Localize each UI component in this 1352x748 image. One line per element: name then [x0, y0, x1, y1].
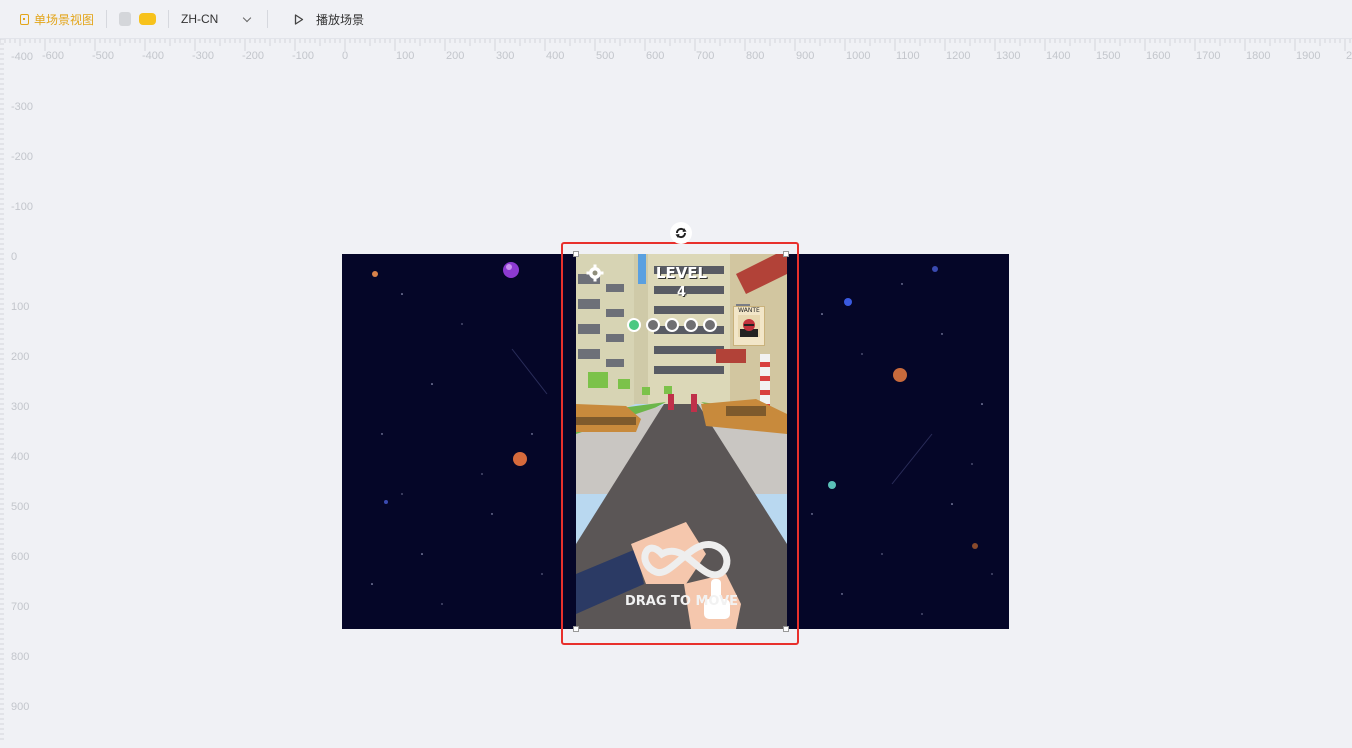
resize-handle-bottom-left[interactable] [573, 626, 579, 632]
ruler-label: 20 [1346, 50, 1352, 62]
ruler-label: 100 [396, 50, 415, 62]
ruler-label: 400 [11, 451, 30, 463]
ruler-label: 1600 [1146, 50, 1171, 62]
resize-handle-top-right[interactable] [783, 251, 789, 257]
play-icon [294, 13, 304, 25]
horizontal-ruler: -600 -500 -400 -300 -200 -100 0 100 200 300 400 500… [0, 39, 1352, 69]
vertical-ruler: -400 -300 -200 -100 0 100 200 300 400 500 600 700 80… [0, 38, 40, 743]
toolbar-divider [267, 10, 269, 28]
play-scene-label: 播放场景 [316, 12, 365, 27]
ruler-label: 200 [11, 351, 30, 363]
ruler-label: 400 [546, 50, 565, 62]
toolbar-divider [168, 10, 170, 28]
ruler-label: 1900 [1296, 50, 1321, 62]
ruler-label: 1300 [996, 50, 1021, 62]
ruler-label: -100 [11, 201, 34, 213]
language-value: ZH-CN [181, 12, 219, 26]
ruler-label: 0 [342, 50, 349, 62]
ruler-label: 300 [496, 50, 515, 62]
ruler-label: -500 [92, 50, 115, 62]
ruler-label: 700 [11, 601, 30, 613]
ruler-label: -300 [11, 101, 34, 113]
ruler-label: 600 [11, 551, 30, 563]
ruler-label: 1700 [1196, 50, 1221, 62]
ruler-label: -400 [11, 51, 34, 63]
ruler-label: 0 [11, 251, 18, 263]
ruler-label: 500 [11, 501, 30, 513]
toolbar: 单场景视图 ZH-CN 播放场景 [0, 0, 1352, 39]
ruler-label: 900 [796, 50, 815, 62]
ruler-label: 1000 [846, 50, 871, 62]
gray-swatch-button[interactable] [119, 12, 132, 26]
chevron-down-icon [242, 13, 252, 22]
ruler-label: -600 [42, 50, 65, 62]
rotate-handle[interactable] [670, 222, 692, 244]
ruler-label: -200 [242, 50, 265, 62]
play-scene-button[interactable]: 播放场景 [280, 11, 364, 28]
ruler-ticks-vertical [0, 38, 4, 740]
ruler-label: 600 [646, 50, 665, 62]
scene-view-button[interactable]: 单场景视图 [20, 11, 94, 28]
ruler-label: 100 [11, 301, 30, 313]
yellow-swatch-button[interactable] [139, 13, 157, 25]
ruler-label: 1400 [1046, 50, 1071, 62]
ruler-label: 1100 [896, 50, 920, 62]
ruler-label: -400 [142, 50, 165, 62]
ruler-label: -300 [192, 50, 215, 62]
resize-handle-bottom-right[interactable] [783, 626, 789, 632]
ruler-label: 900 [11, 701, 30, 713]
ruler-label: 800 [11, 651, 30, 663]
ruler-label: 300 [11, 401, 30, 413]
toolbar-divider [106, 10, 108, 28]
scene-view-label: 单场景视图 [34, 12, 95, 27]
scene-view-icon [20, 13, 29, 25]
rotate-icon [675, 227, 687, 239]
ruler-label: 1200 [946, 50, 971, 62]
ruler-label: 500 [596, 50, 615, 62]
ruler-label: 800 [746, 50, 765, 62]
ruler-label: 700 [696, 50, 715, 62]
language-select[interactable]: ZH-CN [181, 12, 253, 26]
ruler-label: -200 [11, 151, 34, 163]
selection-box[interactable] [561, 242, 799, 645]
resize-handle-top-left[interactable] [573, 251, 579, 257]
ruler-label: -100 [292, 50, 315, 62]
ruler-label: 1800 [1246, 50, 1271, 62]
ruler-label: 200 [446, 50, 465, 62]
ruler-label: 1500 [1096, 50, 1121, 62]
